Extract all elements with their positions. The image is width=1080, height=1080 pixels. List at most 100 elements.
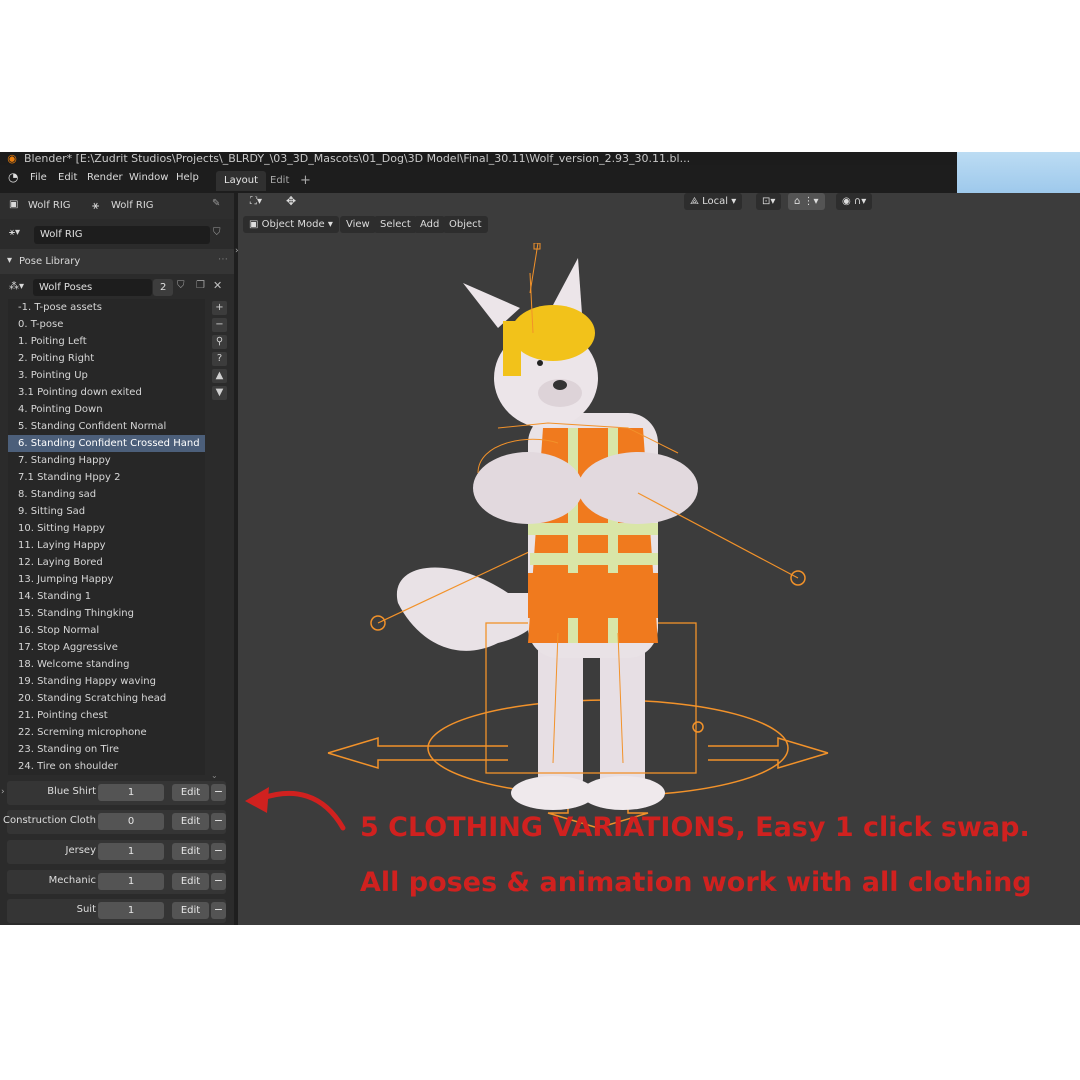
- clothing-row: Suit 1 Edit −: [7, 899, 226, 923]
- pose-list-item[interactable]: 20. Standing Scratching head: [8, 690, 205, 707]
- wolf-character-model[interactable]: [298, 243, 858, 833]
- clothing-edit-button[interactable]: Edit: [172, 873, 209, 890]
- clothing-remove-button[interactable]: −: [211, 873, 226, 890]
- menu-render[interactable]: Render: [87, 172, 123, 183]
- clothing-row: Blue Shirt 1 Edit −: [7, 781, 226, 805]
- pose-list-item[interactable]: 11. Laying Happy: [8, 537, 205, 554]
- pose-list-item[interactable]: 16. Stop Normal: [8, 622, 205, 639]
- sanitize-pose-icon[interactable]: ?: [212, 352, 227, 366]
- snap-icon[interactable]: ⌂ ⋮▾: [788, 193, 825, 210]
- clothing-remove-button[interactable]: −: [211, 902, 226, 919]
- drag-handle-icon[interactable]: ⋯: [218, 254, 228, 265]
- pose-list-item[interactable]: 24. Tire on shoulder: [8, 758, 205, 775]
- panel-expand-icon[interactable]: ›: [1, 787, 5, 797]
- pose-list-item[interactable]: 6. Standing Confident Crossed Hand: [8, 435, 205, 452]
- pose-list-item[interactable]: 19. Standing Happy waving: [8, 673, 205, 690]
- armature-name-field[interactable]: Wolf RIG: [34, 226, 210, 244]
- transform-tool-icon[interactable]: ⛶▾: [244, 193, 268, 210]
- apply-pose-icon[interactable]: ⚲: [212, 335, 227, 349]
- library-fake-user-icon[interactable]: ⛉: [177, 280, 185, 291]
- title-bar: ◉ Blender* [E:\Zudrit Studios\Projects\_B…: [0, 152, 957, 165]
- move-tool-icon[interactable]: ✥: [280, 193, 302, 210]
- viewport-top-header: ⛶▾ ✥ ⟁ Local ▾ ⊡▾ ⌂ ⋮▾ ◉ ∩▾: [238, 193, 1080, 211]
- pose-list-item[interactable]: 3. Pointing Up: [8, 367, 205, 384]
- menu-window[interactable]: Window: [129, 172, 168, 183]
- pose-list-item[interactable]: 14. Standing 1: [8, 588, 205, 605]
- clothing-value-field[interactable]: 1: [98, 873, 164, 890]
- breadcrumb-object: Wolf RIG: [28, 200, 71, 211]
- clothing-remove-button[interactable]: −: [211, 843, 226, 860]
- pose-list-item[interactable]: 4. Pointing Down: [8, 401, 205, 418]
- pose-list-item[interactable]: 18. Welcome standing: [8, 656, 205, 673]
- clothing-value-field[interactable]: 1: [98, 902, 164, 919]
- pose-library-browse-icon[interactable]: ⁂▾: [9, 281, 24, 292]
- move-up-icon[interactable]: ▲: [212, 369, 227, 383]
- properties-breadcrumb: ▣ Wolf RIG ⚹ Wolf RIG ✎: [0, 193, 234, 219]
- fake-user-shield-icon[interactable]: ⛉: [213, 227, 221, 238]
- clothing-value-field[interactable]: 1: [98, 843, 164, 860]
- move-down-icon[interactable]: ▼: [212, 386, 227, 400]
- library-users-count[interactable]: 2: [153, 279, 173, 296]
- proportional-edit-icon[interactable]: ◉ ∩▾: [836, 193, 873, 210]
- clothing-name: Blue Shirt: [47, 786, 96, 797]
- duplicate-icon[interactable]: ❐: [196, 280, 205, 291]
- viewport-menu-select[interactable]: Select: [374, 216, 417, 233]
- pose-list-item[interactable]: 21. Pointing chest: [8, 707, 205, 724]
- library-name-field[interactable]: Wolf Poses: [33, 279, 152, 296]
- menu-help[interactable]: Help: [176, 172, 199, 183]
- pose-list-item[interactable]: 5. Standing Confident Normal: [8, 418, 205, 435]
- add-workspace-icon[interactable]: +: [292, 171, 319, 191]
- pose-list-item[interactable]: 13. Jumping Happy: [8, 571, 205, 588]
- viewport-menu-view[interactable]: View: [340, 216, 376, 233]
- menu-edit[interactable]: Edit: [58, 172, 77, 183]
- clothing-edit-button[interactable]: Edit: [172, 784, 209, 801]
- list-resize-icon[interactable]: ⌄: [211, 771, 218, 780]
- viewport-menu-object[interactable]: Object: [443, 216, 488, 233]
- clothing-edit-button[interactable]: Edit: [172, 813, 209, 830]
- armature-data-icon[interactable]: ⚹▾: [9, 227, 20, 238]
- remove-pose-icon[interactable]: −: [212, 318, 227, 332]
- pose-list-item[interactable]: 2. Poiting Right: [8, 350, 205, 367]
- pose-list-item[interactable]: -1. T-pose assets: [8, 299, 205, 316]
- pose-list-item[interactable]: 7. Standing Happy: [8, 452, 205, 469]
- viewport-menu-add[interactable]: Add: [414, 216, 446, 233]
- pose-list[interactable]: -1. T-pose assets 0. T-pose 1. Poiting Lef…: [8, 299, 205, 775]
- unlink-icon[interactable]: ✕: [213, 279, 222, 292]
- pose-list-item[interactable]: 8. Standing sad: [8, 486, 205, 503]
- tab-layout[interactable]: Layout: [216, 171, 266, 191]
- pin-icon[interactable]: ✎: [212, 198, 220, 209]
- clothing-remove-button[interactable]: −: [211, 784, 226, 801]
- pose-list-item[interactable]: 0. T-pose: [8, 316, 205, 333]
- clothing-name: Jersey: [65, 845, 97, 856]
- pivot-point-icon[interactable]: ⊡▾: [756, 193, 782, 210]
- pose-list-item[interactable]: 1. Poiting Left: [8, 333, 205, 350]
- pose-library-panel-header[interactable]: ▾ Pose Library ⋯: [0, 249, 234, 274]
- clothing-name: Mechanic: [48, 875, 96, 886]
- clothing-row: Jersey 1 Edit −: [7, 840, 226, 864]
- pose-list-item[interactable]: 7.1 Standing Hppy 2: [8, 469, 205, 486]
- pose-list-item[interactable]: 9. Sitting Sad: [8, 503, 205, 520]
- clothing-value-field[interactable]: 1: [98, 784, 164, 801]
- clothing-edit-button[interactable]: Edit: [172, 843, 209, 860]
- pose-list-item[interactable]: 23. Standing on Tire: [8, 741, 205, 758]
- annotation-line-1: 5 CLOTHING VARIATIONS, Easy 1 click swap…: [360, 812, 1030, 843]
- orientation-dropdown[interactable]: ⟁ Local ▾: [684, 193, 743, 210]
- red-arrow-icon: [245, 787, 346, 831]
- object-mode-dropdown[interactable]: ▣ Object Mode ▾: [243, 216, 339, 233]
- orientation-label: Local: [702, 196, 729, 207]
- pose-list-item[interactable]: 17. Stop Aggressive: [8, 639, 205, 656]
- blender-menu-icon[interactable]: ◔: [8, 170, 18, 184]
- add-pose-icon[interactable]: +: [212, 301, 227, 315]
- clothing-remove-button[interactable]: −: [211, 813, 226, 830]
- menu-file[interactable]: File: [30, 172, 47, 183]
- desktop-background: [957, 152, 1080, 193]
- blender-window: ◉ Blender* [E:\Zudrit Studios\Projects\_B…: [0, 152, 1080, 925]
- panel-title: Pose Library: [19, 256, 81, 267]
- pose-list-item[interactable]: 22. Screming microphone: [8, 724, 205, 741]
- pose-list-item[interactable]: 10. Sitting Happy: [8, 520, 205, 537]
- pose-list-item[interactable]: 15. Standing Thingking: [8, 605, 205, 622]
- clothing-edit-button[interactable]: Edit: [172, 902, 209, 919]
- clothing-value-field[interactable]: 0: [98, 813, 164, 830]
- pose-list-item[interactable]: 3.1 Pointing down exited: [8, 384, 205, 401]
- pose-list-item[interactable]: 12. Laying Bored: [8, 554, 205, 571]
